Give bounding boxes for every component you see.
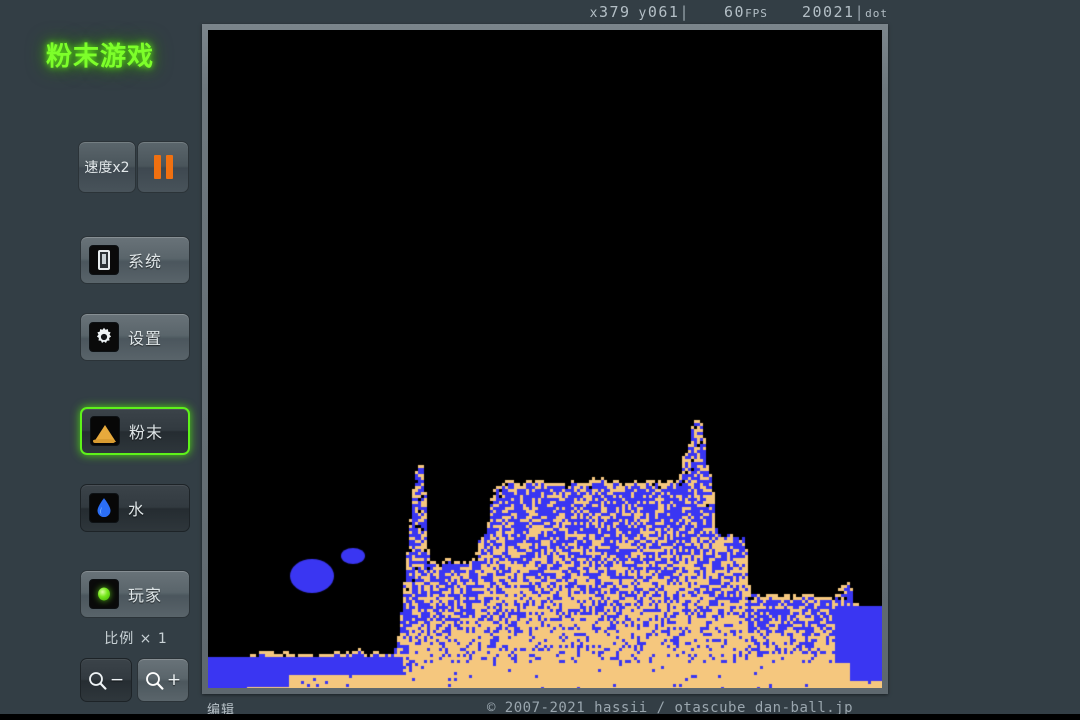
zoom-in-sign: + bbox=[167, 672, 181, 689]
magnifier-icon bbox=[145, 671, 164, 690]
cursor-x-label: x bbox=[590, 6, 599, 21]
sidebar-item-label-system: 系统 bbox=[128, 248, 162, 272]
fps-value: 60 bbox=[724, 3, 745, 21]
simulation-canvas[interactable] bbox=[208, 30, 882, 688]
gear-icon bbox=[89, 322, 119, 352]
sidebar-item-label-water: 水 bbox=[128, 496, 145, 520]
pause-button[interactable] bbox=[137, 141, 189, 193]
fps-unit: FPS bbox=[745, 7, 768, 20]
speed-x2-button[interactable]: 速度x2 bbox=[78, 141, 136, 193]
page-title: 粉末游戏 bbox=[0, 36, 200, 73]
zoom-in-button[interactable]: + bbox=[137, 658, 189, 702]
water-drop-icon bbox=[89, 493, 119, 523]
sand-icon bbox=[90, 416, 120, 446]
pause-icon-bar-left bbox=[154, 155, 161, 179]
speed-x2-label: 速度x2 bbox=[84, 157, 129, 177]
canvas-frame bbox=[202, 24, 888, 694]
cursor-coordinates: x379 y061 bbox=[590, 3, 680, 21]
sidebar-item-label-settings: 设置 bbox=[128, 325, 162, 349]
cursor-x-value: 379 bbox=[599, 3, 631, 21]
cursor-y-value: 061 bbox=[648, 3, 680, 21]
powder-game-app: 粉末游戏 速度x2 系统 设置 bbox=[0, 0, 1080, 720]
bottom-letterbox bbox=[0, 714, 1080, 720]
sidebar-item-water[interactable]: 水 bbox=[80, 484, 190, 532]
player-dot-icon bbox=[89, 579, 119, 609]
magnifier-icon bbox=[88, 671, 107, 690]
status-separator-2: | bbox=[855, 3, 866, 21]
dot-value: 20021 bbox=[802, 3, 855, 21]
sidebar-item-label-player: 玩家 bbox=[128, 582, 162, 606]
dot-unit: dot bbox=[865, 7, 888, 20]
dot-counter: 20021 | dot bbox=[802, 3, 888, 21]
fps-indicator: 60FPS bbox=[724, 3, 768, 21]
zoom-out-button[interactable]: − bbox=[80, 658, 132, 702]
scale-label: 比例 × 1 bbox=[80, 628, 192, 648]
sidebar-item-player[interactable]: 玩家 bbox=[80, 570, 190, 618]
device-icon bbox=[89, 245, 119, 275]
cursor-y-label: y bbox=[639, 6, 648, 21]
sidebar-item-system[interactable]: 系统 bbox=[80, 236, 190, 284]
zoom-out-sign: − bbox=[110, 672, 124, 689]
status-bar: x379 y061 | 60FPS 20021 | dot bbox=[200, 0, 1080, 24]
pause-icon-bar-right bbox=[166, 155, 173, 179]
sidebar-item-powder[interactable]: 粉末 bbox=[80, 407, 190, 455]
status-separator-1: | bbox=[679, 3, 690, 21]
sidebar: 粉末游戏 速度x2 系统 设置 bbox=[0, 0, 200, 720]
sidebar-item-label-powder: 粉末 bbox=[129, 419, 163, 443]
sidebar-item-settings[interactable]: 设置 bbox=[80, 313, 190, 361]
